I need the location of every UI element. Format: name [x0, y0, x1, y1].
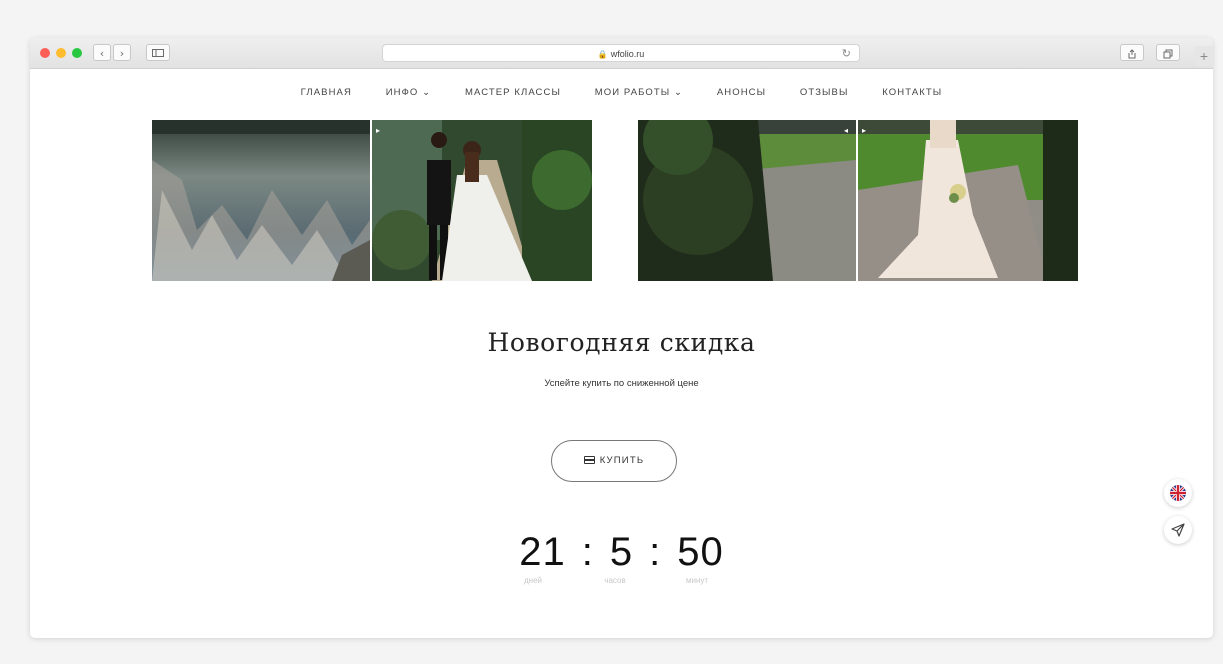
sidebar-icon [152, 49, 164, 57]
nav-item-home[interactable]: ГЛАВНАЯ [301, 87, 352, 98]
forward-button[interactable]: › [113, 44, 131, 61]
nav-item-info[interactable]: ИНФО ⌄ [386, 87, 432, 98]
forward-icon: › [119, 47, 125, 60]
sidebar-toggle-button[interactable] [146, 44, 170, 61]
slide-prev-icon[interactable]: ◂ [844, 126, 848, 135]
language-switch-button[interactable] [1164, 479, 1192, 507]
promo-title: Новогодняя скидка [487, 328, 756, 357]
nav-item-masterclasses[interactable]: МАСТЕР КЛАССЫ [465, 87, 561, 98]
tabs-icon [1163, 49, 1173, 59]
countdown-days-label: дней [523, 576, 542, 585]
address-bar[interactable]: 🔒 wfolio.ru ↻ [382, 44, 860, 62]
uk-flag-icon [1170, 485, 1186, 501]
url-text: wfolio.ru [610, 49, 645, 59]
countdown-minutes-label: минут [685, 576, 709, 585]
nav-item-reviews[interactable]: ОТЗЫВЫ [800, 87, 849, 98]
slide-next-icon[interactable]: ▸ [376, 126, 380, 135]
nav-item-announcements[interactable]: АНОНСЫ [717, 87, 766, 98]
back-button[interactable]: ‹ [93, 44, 111, 61]
countdown-hours-label: часов [604, 576, 626, 585]
back-icon: ‹ [99, 47, 105, 60]
countdown-separator-2: : [649, 530, 662, 574]
tabs-overview-button[interactable] [1156, 44, 1180, 61]
promo-subtitle: Успейте купить по сниженной цене [544, 378, 699, 389]
share-button[interactable] [1120, 44, 1144, 61]
bride-garden-photo[interactable]: ▸ [858, 120, 1078, 281]
paper-plane-icon [1171, 523, 1185, 537]
main-nav: ГЛАВНАЯ ИНФО ⌄ МАСТЕР КЛАССЫ МОИ РАБОТЫ … [30, 87, 1213, 98]
countdown-timer: 21:5:50 [30, 530, 1213, 575]
slide-next-icon-2[interactable]: ▸ [862, 126, 866, 135]
minimize-window-button[interactable] [56, 48, 66, 58]
couple-forest-photo[interactable]: ▸ [372, 120, 592, 281]
telegram-button[interactable] [1164, 516, 1192, 544]
garden-hedge-photo[interactable]: ◂ [638, 120, 856, 281]
buy-button-label: КУПИТЬ [599, 455, 645, 466]
lake-reflection-photo[interactable] [152, 120, 370, 281]
credit-card-icon [583, 456, 595, 464]
countdown-minutes: 50 [677, 530, 724, 574]
browser-window: ‹ › 🔒 wfolio.ru ↻ ГЛАВНАЯ ИНФО ⌄ МАСТЕР К… [30, 38, 1213, 638]
new-tab-button[interactable]: + [1195, 46, 1213, 66]
countdown-hours: 5 [609, 530, 634, 574]
countdown-separator: : [581, 530, 594, 574]
nav-item-contacts[interactable]: КОНТАКТЫ [882, 87, 942, 98]
lock-icon: 🔒 [597, 50, 608, 59]
close-window-button[interactable] [40, 48, 50, 58]
maximize-window-button[interactable] [72, 48, 82, 58]
browser-toolbar: ‹ › 🔒 wfolio.ru ↻ [30, 38, 1213, 69]
share-icon [1128, 49, 1136, 59]
buy-button[interactable]: КУПИТЬ [551, 440, 677, 482]
reload-icon[interactable]: ↻ [842, 45, 851, 63]
nav-item-my-works[interactable]: МОИ РАБОТЫ ⌄ [595, 87, 683, 98]
countdown-days: 21 [519, 530, 566, 574]
